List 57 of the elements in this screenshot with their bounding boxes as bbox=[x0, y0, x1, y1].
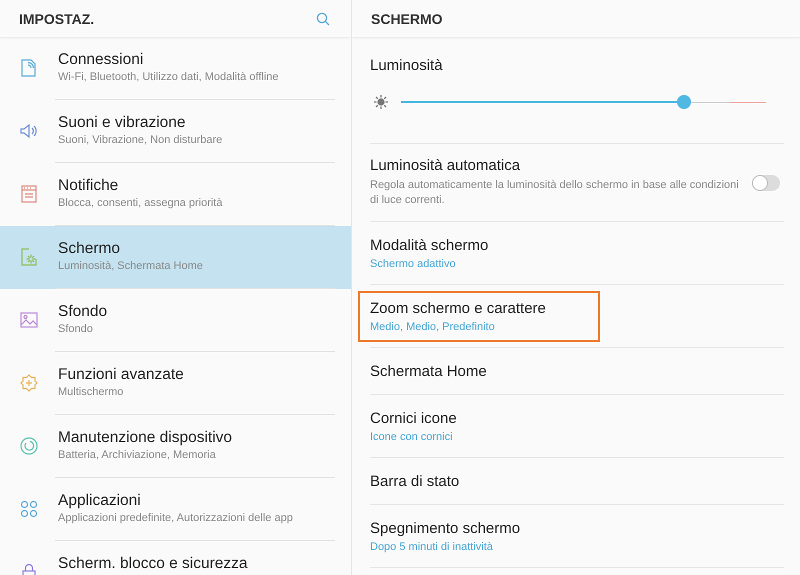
settings-row[interactable]: Schermata Home bbox=[370, 348, 784, 395]
sidebar-item[interactable]: Suoni e vibrazione Suoni, Vibrazione, Non disturbare bbox=[0, 100, 351, 163]
sidebar-item-subtitle: Suoni, Vibrazione, Non disturbare bbox=[58, 134, 222, 146]
sidebar-item-title: Connessioni bbox=[58, 51, 144, 68]
speaker-icon bbox=[19, 121, 39, 141]
sidebar-item-title: Funzioni avanzate bbox=[58, 366, 184, 383]
sidebar-item-title: Sfondo bbox=[58, 303, 108, 320]
picture-icon bbox=[19, 310, 39, 330]
setting-title[interactable]: Barra di stato bbox=[370, 472, 460, 490]
setting-title[interactable]: Spegnimento schermo bbox=[370, 520, 520, 536]
setting-title[interactable]: Modalità schermo bbox=[370, 236, 488, 254]
notification-list-icon bbox=[19, 184, 39, 204]
sidebar-item-subtitle: Multischermo bbox=[58, 386, 124, 398]
sidebar-item-title: Scherm. blocco e sicurezza bbox=[58, 555, 248, 572]
setting-description: Regola automaticamente la luminosità dello schermo in base alle condizioni di luce correnti. bbox=[370, 178, 740, 208]
sidebar-item-title: Suoni e vibrazione bbox=[58, 114, 187, 131]
setting-title[interactable]: Cornici icone bbox=[370, 410, 457, 426]
brightness-slider[interactable] bbox=[401, 95, 766, 109]
sidebar-item-title: Applicazioni bbox=[58, 492, 142, 509]
sidebar-item[interactable]: Manutenzione dispositivo Batteria, Archiviazione, Memoria bbox=[0, 415, 351, 478]
setting-title: Luminosità automatica bbox=[370, 157, 522, 174]
sidebar-item[interactable]: Notifiche Blocca, consenti, assegna priorità bbox=[0, 163, 351, 226]
setting-title: Luminosità bbox=[370, 57, 444, 74]
sidebar-item-subtitle: Wi-Fi, Bluetooth, Utilizzo dati, Modalità offline bbox=[58, 71, 278, 83]
brightness-icon bbox=[373, 94, 389, 110]
app-grid-icon bbox=[19, 499, 39, 519]
toggle-switch[interactable] bbox=[752, 174, 780, 190]
setting-value: Icone con cornici bbox=[370, 430, 454, 442]
panel-title: SCHERMO bbox=[371, 10, 443, 26]
refresh-circle-icon bbox=[19, 436, 39, 456]
sidebar-item[interactable]: Sfondo Sfondo bbox=[0, 289, 351, 352]
sidebar-item-title: Manutenzione dispositivo bbox=[58, 429, 232, 446]
settings-row[interactable]: Modalità schermo Schermo adattivo bbox=[370, 222, 784, 285]
settings-row[interactable]: Cornici icone Icone con cornici bbox=[370, 395, 784, 458]
sidebar-item[interactable]: Applicazioni Applicazioni predefinite, Autorizzazioni delle app bbox=[0, 478, 351, 541]
sidebar-item-title: Schermo bbox=[58, 240, 122, 257]
settings-row[interactable]: Barra di stato bbox=[370, 458, 784, 505]
sidebar-item-title: Notifiche bbox=[58, 177, 120, 194]
sidebar-item[interactable]: Funzioni avanzate Multischermo bbox=[0, 352, 351, 415]
setting-title[interactable]: Zoom schermo e carattere bbox=[370, 300, 546, 316]
sidebar-item-subtitle: Blocca, consenti, assegna priorità bbox=[58, 197, 222, 209]
settings-row[interactable]: Spegnimento schermo Dopo 5 minuti di inattività bbox=[370, 505, 784, 568]
setting-value: Dopo 5 minuti di inattività bbox=[370, 540, 494, 552]
gear-plus-icon bbox=[19, 373, 39, 393]
setting-value: Schermo adattivo bbox=[370, 258, 457, 270]
sidebar-item[interactable]: Schermo Luminosità, Schermata Home bbox=[0, 226, 351, 289]
sidebar-item[interactable]: Connessioni Wi-Fi, Bluetooth, Utilizzo dati, Modalità offline bbox=[0, 37, 351, 100]
sidebar-title: IMPOSTAZ. bbox=[19, 10, 94, 26]
screen-brightness-icon bbox=[19, 247, 39, 267]
sidebar-item-subtitle: Applicazioni predefinite, Autorizzazioni delle app bbox=[58, 512, 293, 524]
sidebar-item-subtitle: Luminosità, Schermata Home bbox=[58, 260, 203, 272]
setting-value: Medio, Medio, Predefinito bbox=[370, 320, 496, 332]
setting-title[interactable]: Schermata Home bbox=[370, 362, 487, 380]
sidebar-item-subtitle: Sfondo bbox=[58, 323, 94, 335]
sidebar-item-subtitle: Batteria, Archiviazione, Memoria bbox=[58, 449, 217, 461]
slider-thumb[interactable] bbox=[676, 95, 691, 109]
search-icon[interactable] bbox=[316, 12, 330, 26]
